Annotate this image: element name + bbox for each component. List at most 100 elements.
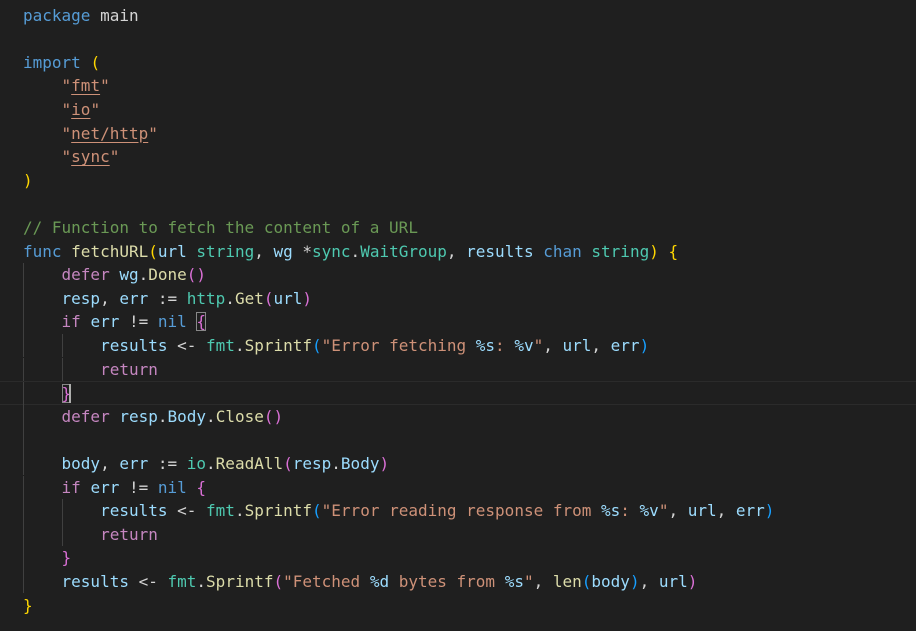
code-line[interactable]: ): [0, 169, 916, 193]
code-line[interactable]: defer resp.Body.Close(): [0, 404, 916, 429]
code-token: <-: [167, 501, 207, 521]
code-token: *: [292, 241, 313, 261]
code-token: err: [90, 312, 120, 332]
code-text: import (: [23, 51, 100, 75]
code-line[interactable]: package main: [0, 4, 916, 28]
code-token: len: [552, 571, 582, 591]
code-token: ,: [100, 453, 120, 473]
code-text: defer wg.Done(): [23, 263, 207, 287]
code-token: Done: [148, 265, 187, 285]
code-text: results <- fmt.Sprintf("Fetched %d bytes…: [23, 570, 698, 594]
code-token: ": [61, 76, 72, 96]
code-token: results: [61, 571, 129, 591]
code-line[interactable]: results <- fmt.Sprintf("Error fetching %…: [0, 333, 916, 358]
code-line[interactable]: }: [0, 594, 916, 618]
code-line[interactable]: results <- fmt.Sprintf("Error reading re…: [0, 499, 916, 523]
code-text: func fetchURL(url string, wg *sync.WaitG…: [23, 240, 678, 264]
code-token: results: [466, 241, 534, 261]
code-token: .: [234, 501, 245, 521]
code-token: fmt: [71, 76, 101, 96]
code-line[interactable]: }: [0, 381, 916, 406]
code-token: ": [100, 76, 110, 96]
code-token: %v: [639, 501, 659, 521]
code-token: .: [350, 241, 361, 261]
code-line[interactable]: body, err := io.ReadAll(resp.Body): [0, 451, 916, 476]
code-line[interactable]: [0, 192, 916, 216]
code-token: ,: [100, 288, 120, 308]
code-token: ReadAll: [215, 453, 284, 473]
code-line[interactable]: if err != nil {: [0, 475, 916, 500]
code-token: .: [234, 335, 245, 355]
code-token: return: [100, 359, 158, 379]
code-token: ": [533, 335, 544, 355]
code-editor[interactable]: package main import ( "fmt" "io" "net/htt…: [0, 0, 916, 631]
code-token: results: [100, 335, 168, 355]
code-token: Sprintf: [244, 335, 313, 355]
code-token: io: [71, 99, 91, 119]
code-line[interactable]: return: [0, 357, 916, 382]
code-text: package main: [23, 4, 139, 28]
code-token: if: [61, 477, 81, 497]
code-token: ,: [254, 241, 274, 261]
code-line[interactable]: // Function to fetch the content of a UR…: [0, 216, 916, 240]
code-line[interactable]: }: [0, 546, 916, 570]
code-token: .: [157, 406, 168, 426]
code-text: ): [23, 169, 33, 193]
code-line[interactable]: "sync": [0, 145, 916, 169]
code-line[interactable]: [0, 428, 916, 452]
code-line[interactable]: "io": [0, 98, 916, 122]
code-token: ,: [543, 335, 563, 355]
code-line[interactable]: if err != nil {: [0, 310, 916, 334]
code-token: Body: [340, 453, 380, 473]
code-text: "fmt": [23, 74, 110, 98]
code-token: %d: [369, 571, 390, 591]
code-token: .: [138, 265, 149, 285]
code-token: .: [196, 571, 207, 591]
code-token: .: [331, 453, 341, 473]
code-line[interactable]: import (: [0, 51, 916, 75]
code-token: {: [668, 241, 679, 261]
code-token: (: [90, 52, 101, 72]
code-token: main: [90, 5, 139, 25]
code-line[interactable]: [0, 27, 916, 51]
code-token: url: [562, 335, 592, 355]
code-token: }: [23, 595, 33, 615]
code-line[interactable]: "net/http": [0, 122, 916, 146]
code-token: (: [148, 241, 158, 261]
code-line[interactable]: func fetchURL(url string, wg *sync.WaitG…: [0, 240, 916, 264]
code-token: ): [302, 288, 313, 308]
code-token: bytes from: [389, 571, 505, 591]
code-line[interactable]: "fmt": [0, 74, 916, 98]
code-line[interactable]: results <- fmt.Sprintf("Fetched %d bytes…: [0, 569, 916, 594]
code-token: ): [764, 501, 775, 521]
code-token: // Function to fetch the content of a UR…: [23, 217, 418, 237]
code-token: wg: [273, 241, 293, 261]
code-token: :: [495, 335, 515, 355]
code-line[interactable]: return: [0, 522, 916, 547]
code-token: nil: [157, 312, 187, 332]
code-line[interactable]: resp, err := http.Get(url): [0, 286, 916, 311]
code-token: wg: [119, 265, 139, 285]
code-token: %v: [514, 335, 534, 355]
code-token: <-: [128, 571, 168, 591]
code-token: ": [61, 147, 72, 167]
code-line[interactable]: defer wg.Done(): [0, 263, 916, 287]
code-text: if err != nil {: [23, 476, 207, 500]
code-token: chan: [543, 241, 582, 261]
code-token: fetchURL: [71, 241, 149, 261]
